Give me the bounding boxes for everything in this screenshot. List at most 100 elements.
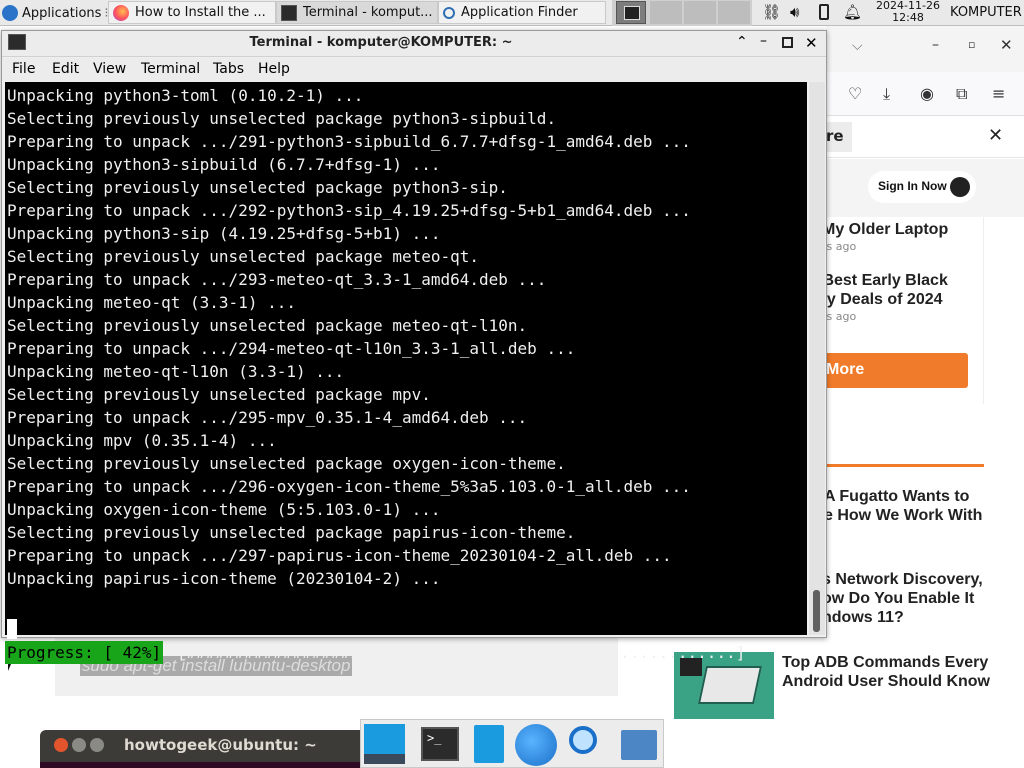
top-panel: Applications ⁝ How to Install the ... Te…: [0, 0, 1024, 26]
terminal-window[interactable]: Terminal - komputer@KOMPUTER: ~ ⌃ – ✕ Fi…: [1, 30, 827, 664]
search-icon: [443, 6, 455, 19]
chevron-down-icon[interactable]: ⌵: [852, 38, 863, 54]
show-desktop-button[interactable]: [364, 724, 405, 764]
background-terminal-window[interactable]: howtogeek@ubuntu: ~: [40, 730, 370, 768]
terminal-line: Unpacking oxygen-icon-theme (5:5.103.0-1…: [7, 500, 441, 519]
menu-icon[interactable]: ≡: [992, 84, 1005, 103]
task-label: How to Install the ...: [135, 5, 266, 20]
terminal-titlebar[interactable]: Terminal - komputer@KOMPUTER: ~ ⌃ – ✕: [2, 31, 826, 57]
sign-in-button[interactable]: Sign In Now: [868, 171, 976, 203]
task-label: Terminal - komput...: [303, 5, 433, 20]
terminal-icon: >_: [427, 731, 442, 745]
menu-help[interactable]: Help: [258, 61, 290, 77]
text-cursor: [7, 619, 17, 639]
terminal-line: Unpacking meteo-qt-l10n (3.3-1) ...: [7, 362, 345, 381]
maximize-button[interactable]: ▫: [968, 38, 975, 51]
menu-view[interactable]: View: [93, 61, 126, 77]
search-field[interactable]: re: [826, 122, 852, 152]
volume-icon[interactable]: 🔊︎: [790, 3, 799, 21]
minimize-button[interactable]: –: [932, 37, 939, 53]
menu-tabs[interactable]: Tabs: [213, 61, 244, 77]
file-manager-launcher[interactable]: [474, 725, 504, 763]
article-title: My Older Laptop: [822, 221, 949, 238]
minimize-button[interactable]: [72, 738, 86, 752]
workspace-4[interactable]: [718, 1, 750, 24]
terminal-icon: [281, 4, 297, 21]
workspace-1[interactable]: [616, 1, 646, 24]
menu-file[interactable]: File: [12, 61, 35, 77]
folder-launcher[interactable]: [621, 730, 657, 760]
article-meta: rs ago: [822, 240, 857, 253]
workspace-switcher[interactable]: [612, 0, 752, 26]
close-icon[interactable]: ✕: [988, 125, 1003, 146]
terminal-line: Preparing to unpack .../293-meteo-qt_3.3…: [7, 270, 547, 289]
terminal-launcher[interactable]: >_: [421, 727, 459, 761]
terminal-line: Selecting previously unselected package …: [7, 316, 528, 335]
section-divider: [826, 464, 984, 467]
xfce-logo-icon: [2, 5, 18, 21]
terminal-menubar: File Edit View Terminal Tabs Help: [2, 58, 826, 82]
terminal-line: Selecting previously unselected package …: [7, 385, 431, 404]
clock-time: 12:48: [892, 11, 924, 24]
task-firefox[interactable]: How to Install the ...: [108, 1, 276, 24]
web-browser-launcher[interactable]: [515, 724, 557, 766]
network-icon[interactable]: ⛓: [762, 3, 781, 21]
list-item-title: s Network Discovery, ow Do You Enable It…: [822, 571, 983, 626]
battery-icon[interactable]: [819, 4, 829, 20]
sidebar-article-2[interactable]: Best Early Black ay Deals of 2024 rs ago: [818, 271, 982, 323]
clock[interactable]: 2024-11-26 12:48: [872, 0, 944, 26]
task-terminal[interactable]: Terminal - komput...: [276, 1, 438, 24]
maximize-button[interactable]: [90, 738, 104, 752]
menu-terminal[interactable]: Terminal: [141, 61, 200, 77]
extensions-icon[interactable]: ⧉: [956, 84, 967, 104]
sidebar-article-1[interactable]: My Older Laptop rs ago: [822, 221, 982, 253]
applications-label: Applications: [22, 5, 102, 21]
workspace-3[interactable]: [684, 1, 716, 24]
chevron-up-icon[interactable]: ⌃: [736, 34, 748, 50]
terminal-line: Preparing to unpack .../296-oxygen-icon-…: [7, 477, 691, 496]
list-item[interactable]: A Fugatto Wants to e How We Work With: [824, 487, 1024, 525]
terminal-output[interactable]: Unpacking papirus-icon-theme (20230104-2…: [5, 82, 807, 664]
account-icon[interactable]: ◉: [920, 84, 934, 103]
app-finder-launcher[interactable]: [567, 724, 607, 764]
scrollbar-thumb[interactable]: [813, 590, 820, 632]
terminal-icon: [624, 6, 640, 20]
close-button[interactable]: ✕: [1000, 36, 1013, 54]
window-title: howtogeek@ubuntu: ~: [124, 736, 317, 754]
pocket-icon[interactable]: ♡: [848, 84, 862, 103]
browser-titlebar: ⌵ – ▫ ✕: [826, 26, 1024, 72]
search-bar[interactable]: re ✕: [826, 118, 1024, 158]
terminal-line: Selecting previously unselected package …: [7, 247, 480, 266]
search-partial-text: re: [826, 127, 844, 145]
window-title: Terminal - komputer@KOMPUTER: ~: [249, 35, 513, 50]
terminal-line: Unpacking python3-sip (4.19.25+dfsg-5+b1…: [7, 224, 441, 243]
download-icon[interactable]: ⤓: [883, 84, 890, 104]
menu-edit[interactable]: Edit: [52, 61, 79, 77]
user-menu[interactable]: KOMPUTER: [950, 5, 1022, 20]
notification-bell-icon[interactable]: 🔔︎: [843, 3, 862, 21]
more-button[interactable]: More: [820, 353, 968, 388]
search-icon: [569, 726, 597, 754]
maximize-button[interactable]: [782, 37, 793, 48]
minimize-button[interactable]: –: [760, 33, 767, 49]
list-item-title: A Fugatto Wants to e How We Work With: [824, 488, 983, 524]
article-title: Best Early Black ay Deals of 2024: [818, 272, 948, 308]
terminal-line: Selecting previously unselected package …: [7, 109, 557, 128]
close-button[interactable]: ✕: [805, 34, 818, 52]
sidebar-panel: My Older Laptop rs ago Best Early Black …: [818, 217, 984, 404]
desktop: sudo apt-get install lubuntu-desktop how…: [0, 0, 1024, 768]
progress-label: Progress: [ 42%]: [5, 641, 164, 664]
progress-bar: [########################...............…: [177, 643, 746, 662]
workspace-2[interactable]: [650, 1, 682, 24]
header-row: Sign In Now: [826, 159, 1024, 217]
terminal-line: Preparing to unpack .../295-mpv_0.35.1-4…: [7, 408, 528, 427]
list-item[interactable]: s Network Discovery, ow Do You Enable It…: [822, 570, 1024, 627]
terminal-line: Preparing to unpack .../294-meteo-qt-l10…: [7, 339, 576, 358]
task-application-finder[interactable]: Application Finder: [438, 1, 606, 24]
terminal-scrollbar[interactable]: [809, 82, 825, 635]
firefox-icon: [113, 4, 129, 21]
sign-in-label: Sign In Now: [878, 179, 947, 193]
user-icon: [950, 177, 970, 197]
applications-menu[interactable]: Applications ⁝: [2, 2, 109, 24]
close-button[interactable]: [54, 738, 68, 752]
